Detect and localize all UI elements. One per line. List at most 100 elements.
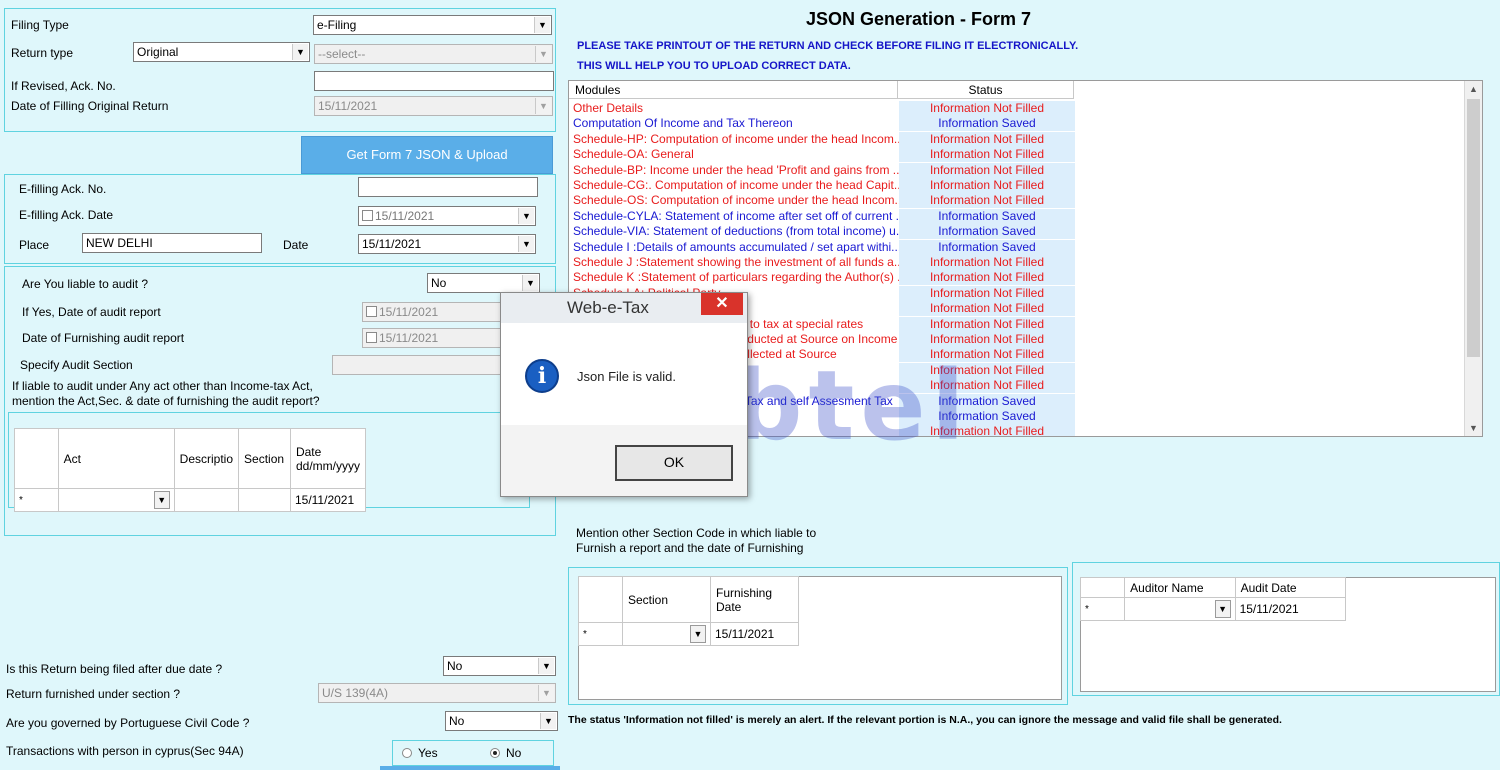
col-furnishing-date[interactable]: Furnishing Date — [710, 576, 799, 623]
dialog-body: i Json File is valid. — [501, 323, 747, 425]
col-description[interactable]: Descriptio — [173, 428, 240, 489]
other-section-grid: Section Furnishing Date * ▼ 15/11/2021 — [578, 576, 799, 646]
efiling-date-value: 15/11/2021 — [362, 237, 422, 251]
row-marker: * — [14, 488, 59, 512]
audit-furnish-date-picker[interactable]: 15/11/2021 — [362, 328, 512, 348]
module-row[interactable]: Computation Of Income and Tax Thereon Inf… — [569, 116, 1075, 132]
section-cell[interactable]: ▼ — [622, 622, 711, 646]
revised-ack-input[interactable] — [314, 71, 554, 91]
furnishing-date-cell[interactable]: 15/11/2021 — [710, 622, 799, 646]
col-section[interactable]: Section — [238, 428, 291, 489]
ok-button[interactable]: OK — [615, 445, 733, 481]
filing-type-select[interactable]: e-Filing ▼ — [313, 15, 552, 35]
module-row[interactable]: Schedule K :Statement of particulars reg… — [569, 270, 1075, 286]
module-row[interactable]: Other Details Information Not Filled — [569, 101, 1075, 117]
return-subtype-placeholder: --select-- — [318, 47, 366, 61]
module-status: Information Saved — [899, 116, 1075, 132]
audit-section-input[interactable] — [332, 355, 522, 375]
module-status: Information Not Filled — [899, 316, 1075, 332]
place-label: Place — [19, 238, 50, 252]
dialog-titlebar[interactable]: Web-e-Tax ✕ — [501, 293, 747, 323]
portuguese-value: No — [449, 714, 465, 728]
col-audit-date[interactable]: Audit Date — [1234, 577, 1347, 598]
get-json-upload-button[interactable]: Get Form 7 JSON & Upload — [301, 136, 553, 174]
efiling-date-picker[interactable]: 15/11/2021 ▼ — [358, 234, 536, 254]
module-row[interactable]: Schedule-BP: Income under the head 'Prof… — [569, 162, 1075, 178]
audit-report-date-picker[interactable]: 15/11/2021 — [362, 302, 512, 322]
module-row[interactable]: Schedule J :Statement showing the invest… — [569, 255, 1075, 271]
description-cell[interactable] — [173, 488, 240, 512]
module-status: Information Not Filled — [899, 332, 1075, 347]
portuguese-select[interactable]: No ▼ — [445, 711, 558, 731]
module-status: Information Saved — [899, 224, 1075, 240]
module-status: Information Not Filled — [899, 193, 1075, 209]
date-cell[interactable]: 15/11/2021 — [289, 488, 367, 512]
footer-note: The status 'Information not filled' is m… — [568, 714, 1282, 726]
audit-section-label: Specify Audit Section — [20, 358, 133, 372]
date-label: Date — [283, 238, 309, 252]
module-row[interactable]: Schedule-HP: Computation of income under… — [569, 131, 1075, 148]
col-auditor-name[interactable]: Auditor Name — [1124, 577, 1236, 598]
module-name: Computation Of Income and Tax Thereon — [573, 116, 793, 131]
module-row[interactable]: Schedule-CYLA: Statement of income after… — [569, 208, 1075, 225]
module-name: Schedule J :Statement showing the invest… — [573, 255, 899, 269]
return-subtype-select[interactable]: --select-- ▼ — [314, 44, 553, 64]
audit-date-cell[interactable]: 15/11/2021 — [1234, 597, 1347, 621]
module-row[interactable]: Schedule-CG:. Computation of income unde… — [569, 178, 1075, 194]
efiling-ack-no-label: E-filling Ack. No. — [19, 182, 107, 196]
module-row[interactable]: Schedule-VIA: Statement of deductions (f… — [569, 224, 1075, 240]
module-status: Information Not Filled — [899, 255, 1075, 270]
cyprus-yes-radio[interactable]: Yes — [402, 746, 438, 760]
act-cell[interactable]: ▼ — [57, 488, 175, 512]
auditor-name-cell[interactable]: ▼ — [1124, 597, 1236, 621]
module-row[interactable]: Schedule-OA: General Information Not Fill… — [569, 147, 1075, 163]
page-title: JSON Generation - Form 7 — [806, 9, 1032, 29]
col-status[interactable]: Status — [898, 81, 1074, 99]
place-input[interactable]: NEW DELHI — [82, 233, 262, 253]
chevron-down-icon: ▼ — [518, 236, 534, 252]
cyprus-yes-label: Yes — [418, 746, 438, 760]
chevron-down-icon: ▼ — [538, 685, 554, 701]
close-icon[interactable]: ✕ — [701, 293, 743, 315]
liable-audit-select[interactable]: No ▼ — [427, 273, 540, 293]
checkbox-icon[interactable] — [366, 332, 377, 343]
chevron-down-icon: ▼ — [535, 98, 551, 114]
col-date[interactable]: Date dd/mm/yyyy — [289, 428, 367, 489]
chevron-down-icon: ▼ — [1214, 600, 1231, 618]
col-date-format: dd/mm/yyyy — [295, 458, 360, 473]
info-glyph: i — [537, 363, 547, 389]
other-act-grid: Act Descriptio Section Date dd/mm/yyyy * … — [14, 428, 367, 512]
checkbox-icon[interactable] — [366, 306, 377, 317]
module-row[interactable]: Schedule I :Details of amounts accumulat… — [569, 239, 1075, 255]
efiling-ack-date-picker[interactable]: 15/11/2021 ▼ — [358, 206, 536, 226]
cyprus-no-label: No — [506, 746, 522, 760]
scroll-thumb[interactable] — [1467, 99, 1480, 357]
modules-scrollbar[interactable]: ▲ ▼ — [1464, 81, 1482, 436]
return-type-value: Original — [137, 45, 179, 59]
chevron-down-icon: ▼ — [518, 208, 534, 224]
row-header-cell — [1079, 577, 1126, 598]
module-status: Information Not Filled — [899, 131, 1075, 147]
module-name: Schedule-CG:. Computation of income unde… — [573, 178, 899, 192]
checkbox-icon[interactable] — [362, 210, 373, 221]
col-date-label: Date — [295, 444, 322, 459]
row-marker: * — [1079, 597, 1126, 621]
module-status: Information Not Filled — [899, 147, 1075, 163]
cyprus-no-radio[interactable]: No — [490, 746, 521, 760]
date-original-picker[interactable]: 15/11/2021 ▼ — [314, 96, 553, 116]
row-marker: * — [578, 622, 623, 646]
chevron-down-icon: ▼ — [292, 44, 308, 60]
col-modules[interactable]: Modules — [569, 81, 898, 99]
scroll-up-icon[interactable]: ▲ — [1465, 81, 1482, 97]
col-act[interactable]: Act — [57, 428, 175, 489]
module-row[interactable]: Schedule-OS: Computation of income under… — [569, 193, 1075, 209]
liable-audit-value: No — [431, 276, 447, 290]
col-section[interactable]: Section — [622, 576, 711, 623]
efiling-ack-no-input[interactable] — [358, 177, 538, 197]
section-cell[interactable] — [238, 488, 291, 512]
section-furnished-select[interactable]: U/S 139(4A) ▼ — [318, 683, 556, 703]
after-due-select[interactable]: No ▼ — [443, 656, 556, 676]
dialog-message: Json File is valid. — [577, 369, 676, 384]
scroll-down-icon[interactable]: ▼ — [1465, 420, 1482, 436]
return-type-select[interactable]: Original ▼ — [133, 42, 310, 62]
